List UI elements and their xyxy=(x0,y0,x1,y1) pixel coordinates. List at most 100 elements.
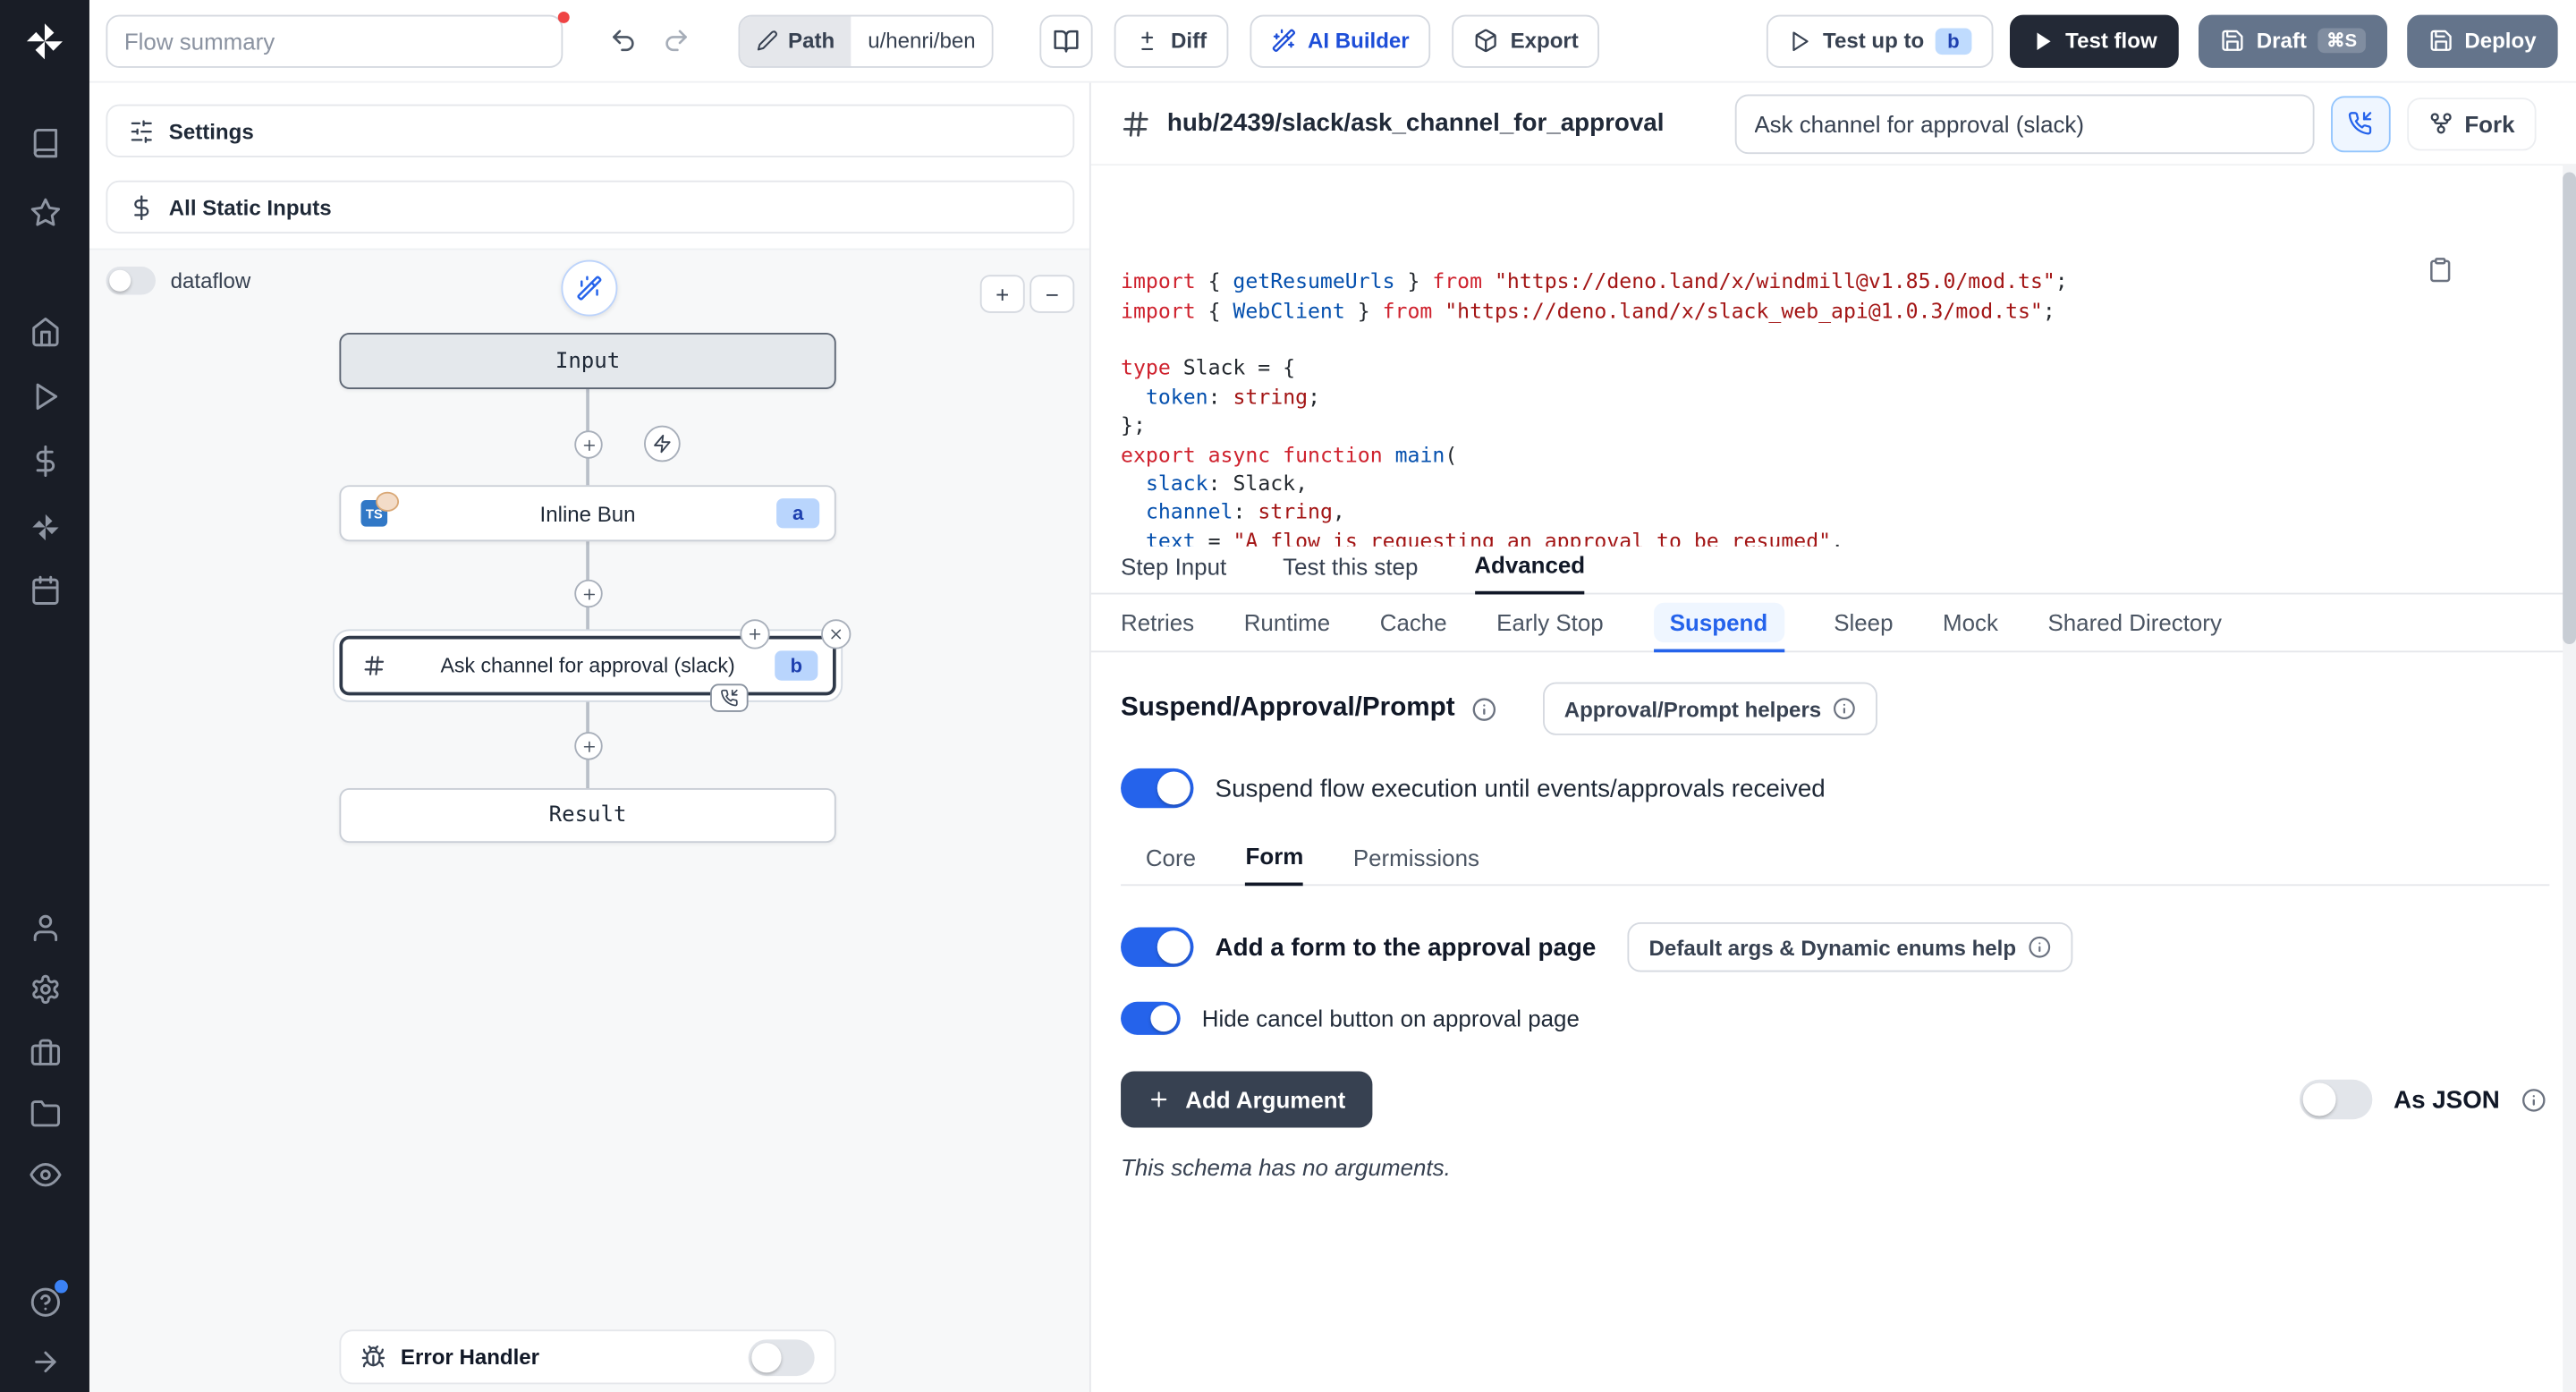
dataflow-toggle[interactable] xyxy=(106,267,156,294)
insert-step-button[interactable] xyxy=(740,619,769,649)
zoom-out-button[interactable]: − xyxy=(1030,275,1074,313)
info-icon[interactable] xyxy=(1471,696,1496,721)
export-button[interactable]: Export xyxy=(1453,14,1600,67)
user-icon[interactable] xyxy=(28,911,61,944)
default-args-help-button[interactable]: Default args & Dynamic enums help xyxy=(1627,922,2072,972)
flow-canvas[interactable]: dataflow + − Input TS xyxy=(89,249,1089,1392)
collapse-arrow-icon[interactable] xyxy=(28,1345,61,1378)
code-line: text = "A flow is requesting an approval… xyxy=(1121,526,2504,546)
insert-step-button[interactable] xyxy=(574,580,602,607)
tab-early-stop[interactable]: Early Stop xyxy=(1496,609,1604,636)
suspend-enabled-button[interactable] xyxy=(2330,95,2390,151)
delete-step-button[interactable] xyxy=(821,619,851,649)
error-handler-row[interactable]: Error Handler xyxy=(339,1329,835,1384)
draft-button[interactable]: Draft ⌘S xyxy=(2199,14,2386,67)
typescript-icon: TS xyxy=(360,500,387,527)
tab-core[interactable]: Core xyxy=(1146,845,1196,884)
home-icon[interactable] xyxy=(28,315,61,348)
node-result[interactable]: Result xyxy=(339,788,835,843)
tab-test-this-step[interactable]: Test this step xyxy=(1283,553,1418,592)
tab-form[interactable]: Form xyxy=(1246,843,1304,886)
help-icon[interactable] xyxy=(28,1285,61,1318)
test-up-to-button[interactable]: Test up to b xyxy=(1767,14,1993,67)
add-form-toggle[interactable] xyxy=(1121,928,1193,967)
ai-flow-button[interactable] xyxy=(561,260,617,317)
save-icon xyxy=(2220,28,2245,53)
gear-icon[interactable] xyxy=(28,972,61,1005)
step-summary-input[interactable] xyxy=(1734,94,2314,154)
tab-runtime[interactable]: Runtime xyxy=(1244,609,1331,636)
insert-step-button[interactable] xyxy=(574,732,602,760)
undo-button[interactable] xyxy=(599,17,646,64)
redo-button[interactable] xyxy=(652,17,699,64)
dollar-icon xyxy=(129,194,154,219)
test-flow-button[interactable]: Test flow xyxy=(2009,14,2178,67)
code-editor[interactable]: import { getResumeUrls } from "https://d… xyxy=(1091,166,2576,547)
copy-code-button[interactable] xyxy=(2427,199,2526,340)
hub-script-path[interactable]: hub/2439/slack/ask_channel_for_approval xyxy=(1167,109,1665,137)
tab-suspend[interactable]: Suspend xyxy=(1653,603,1784,642)
notebook-icon[interactable] xyxy=(28,126,61,159)
draft-shortcut: ⌘S xyxy=(2318,28,2365,53)
insert-step-button[interactable] xyxy=(574,430,602,458)
static-inputs-row[interactable]: All Static Inputs xyxy=(106,181,1074,233)
code-line: }; xyxy=(1121,411,2504,439)
panel-scrollbar[interactable] xyxy=(2563,166,2576,1392)
tab-permissions[interactable]: Permissions xyxy=(1353,845,1479,884)
path-editor[interactable]: Path u/henri/ben xyxy=(739,14,994,67)
tab-mock[interactable]: Mock xyxy=(1943,609,1998,636)
windmill-logo[interactable] xyxy=(23,20,66,63)
tab-cache[interactable]: Cache xyxy=(1380,609,1447,636)
dollar-icon[interactable] xyxy=(28,444,61,477)
git-fork-icon xyxy=(2428,111,2453,136)
scrollbar-thumb[interactable] xyxy=(2563,172,2576,644)
tab-retries[interactable]: Retries xyxy=(1121,609,1194,636)
error-handler-toggle[interactable] xyxy=(749,1338,815,1375)
ai-builder-button[interactable]: AI Builder xyxy=(1250,14,1431,67)
as-json-toggle[interactable] xyxy=(2300,1080,2372,1119)
code-line: import { WebClient } from "https://deno.… xyxy=(1121,296,2504,325)
docs-button[interactable] xyxy=(1040,14,1093,67)
bun-icon xyxy=(376,492,399,512)
step-tabs: Step Input Test this step Advanced xyxy=(1091,547,2576,595)
plus-icon xyxy=(1148,1088,1171,1111)
add-argument-button[interactable]: Add Argument xyxy=(1121,1072,1372,1128)
node-input[interactable]: Input xyxy=(339,333,835,389)
diff-button[interactable]: Diff xyxy=(1114,14,1228,67)
path-value: u/henri/ben xyxy=(852,16,992,66)
step-detail-panel: hub/2439/slack/ask_channel_for_approval … xyxy=(1091,83,2576,1392)
hide-cancel-toggle[interactable] xyxy=(1121,1002,1181,1035)
windmill-icon[interactable] xyxy=(28,510,61,543)
dataflow-label: dataflow xyxy=(171,268,251,293)
calendar-icon[interactable] xyxy=(28,573,61,606)
node-inline-bun[interactable]: TS Inline Bun a xyxy=(339,485,835,541)
wand-icon xyxy=(1271,28,1296,53)
flow-settings-row[interactable]: Settings xyxy=(106,105,1074,157)
path-label: Path xyxy=(788,28,835,53)
add-trigger-button[interactable] xyxy=(644,426,681,463)
deploy-button[interactable]: Deploy xyxy=(2407,14,2558,67)
slack-hash-icon xyxy=(362,654,386,677)
settings-label: Settings xyxy=(169,118,254,143)
fork-button[interactable]: Fork xyxy=(2407,97,2537,149)
zoom-in-button[interactable]: + xyxy=(980,275,1025,313)
suspend-toggle[interactable] xyxy=(1121,768,1193,808)
briefcase-icon[interactable] xyxy=(28,1035,61,1068)
slack-hash-icon xyxy=(1121,108,1150,138)
suspend-title: Suspend/Approval/Prompt xyxy=(1121,694,1455,724)
tab-sleep[interactable]: Sleep xyxy=(1834,609,1893,636)
step-header: hub/2439/slack/ask_channel_for_approval … xyxy=(1091,83,2576,166)
tab-step-input[interactable]: Step Input xyxy=(1121,553,1226,592)
save-icon xyxy=(2428,28,2453,53)
folder-icon[interactable] xyxy=(28,1096,61,1129)
code-line: channel: string, xyxy=(1121,497,2504,526)
tab-advanced[interactable]: Advanced xyxy=(1474,551,1585,594)
code-line xyxy=(1121,325,2504,353)
runs-play-icon[interactable] xyxy=(28,379,61,412)
star-icon[interactable] xyxy=(28,195,61,228)
eye-icon[interactable] xyxy=(28,1158,61,1191)
info-icon[interactable] xyxy=(2521,1087,2546,1112)
flow-summary-input[interactable] xyxy=(106,14,563,67)
approval-helpers-button[interactable]: Approval/Prompt helpers xyxy=(1543,683,1877,735)
tab-shared-directory[interactable]: Shared Directory xyxy=(2047,609,2221,636)
